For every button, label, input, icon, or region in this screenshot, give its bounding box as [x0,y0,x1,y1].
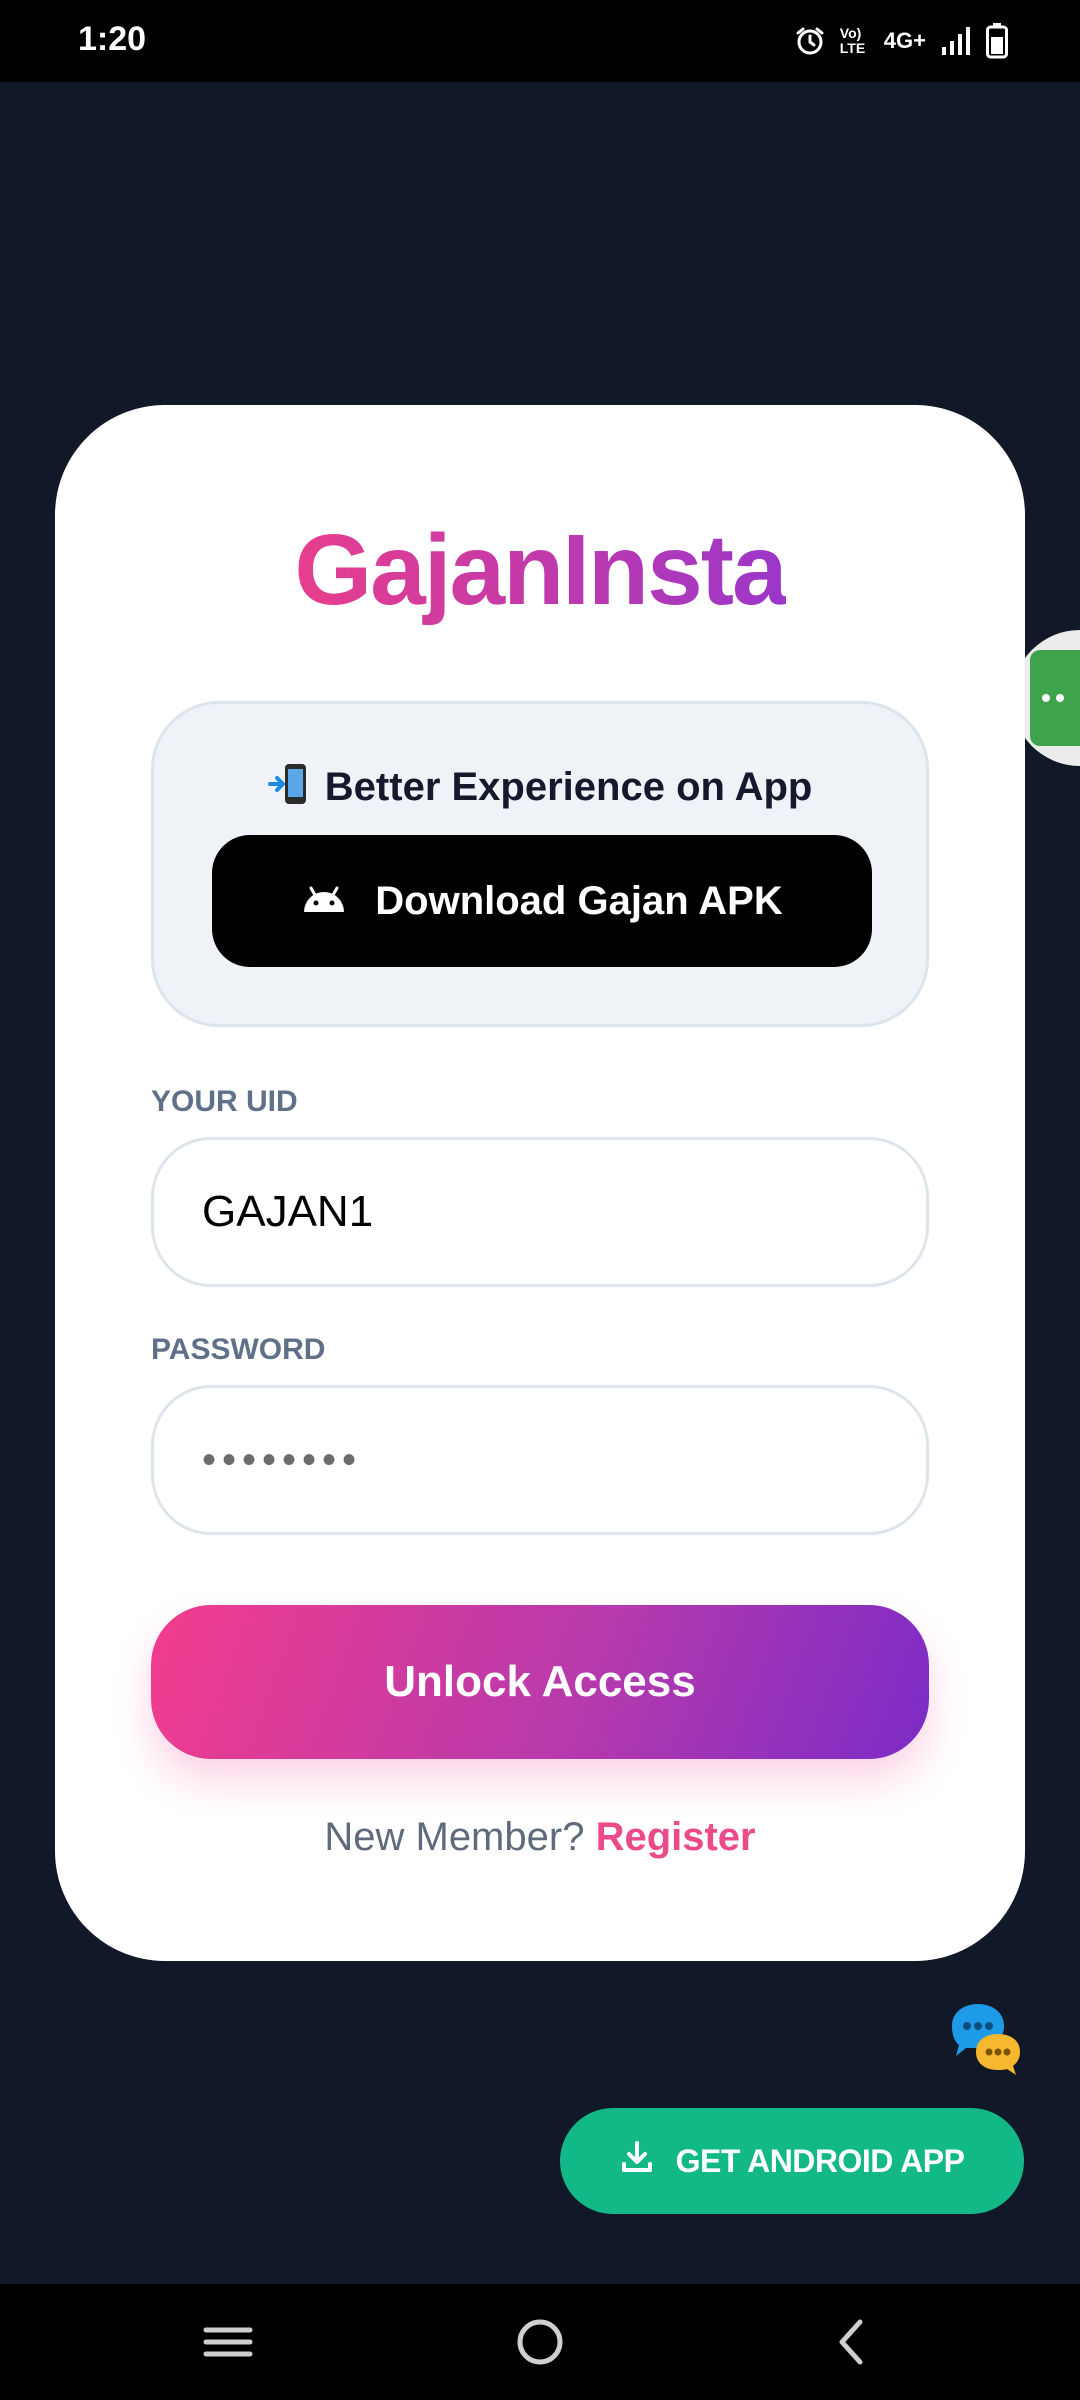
chat-bubbles-icon [946,2004,1026,2084]
register-link[interactable]: Register [596,1815,756,1859]
download-apk-label: Download Gajan APK [375,878,783,923]
app-promo-box: Better Experience on App Download Gajan … [151,701,929,1027]
get-android-app-label: GET ANDROID APP [675,2142,965,2179]
menu-icon [198,2327,258,2374]
unlock-access-button[interactable]: Unlock Access [151,1605,929,1759]
get-android-app-button[interactable]: GET ANDROID APP [560,2108,1024,2214]
back-button[interactable] [822,2314,882,2370]
side-tab-handle[interactable] [1030,650,1080,746]
status-time: 1:20 [78,20,147,58]
status-bar: 1:20 Vo) LTE 4G+ [0,0,1080,82]
network-type: 4G+ [883,28,926,53]
uid-input[interactable]: GAJAN1 [151,1137,929,1287]
volte-icon: Vo) LTE [839,24,866,56]
register-row: New Member? Register [55,1815,1025,1860]
mobile-phone-arrow-icon [267,762,308,816]
download-apk-button[interactable]: Download Gajan APK [212,835,872,967]
promo-title: Better Experience on App [324,765,813,809]
chat-support-button[interactable] [946,2000,1026,2080]
register-prompt: New Member? [324,1815,585,1859]
back-chevron-icon [822,2319,882,2374]
recent-apps-button[interactable] [198,2314,258,2370]
uid-value: GAJAN1 [202,1187,374,1236]
side-tab-dot [1042,694,1050,702]
promo-title-row: Better Experience on App [154,762,926,816]
system-navigation-bar [0,2284,1080,2400]
download-icon [620,2140,654,2182]
home-circle-icon [510,2319,570,2374]
battery-icon [986,23,1008,59]
status-icons: Vo) LTE 4G+ [794,18,1008,64]
brand-name: GajanInsta [294,514,787,626]
side-tab-dot [1056,694,1064,702]
password-label: PASSWORD [151,1333,326,1366]
uid-label: YOUR UID [151,1085,298,1118]
password-input[interactable]: •••••••• [151,1385,929,1535]
signal-icon [940,25,972,57]
android-icon [301,879,347,924]
alarm-icon [794,25,826,57]
login-card: GajanInsta Better Experience on App Down… [55,405,1025,1961]
password-value: •••••••• [202,1437,363,1482]
home-button[interactable] [510,2314,570,2370]
brand-logo: GajanInsta [55,513,1025,628]
